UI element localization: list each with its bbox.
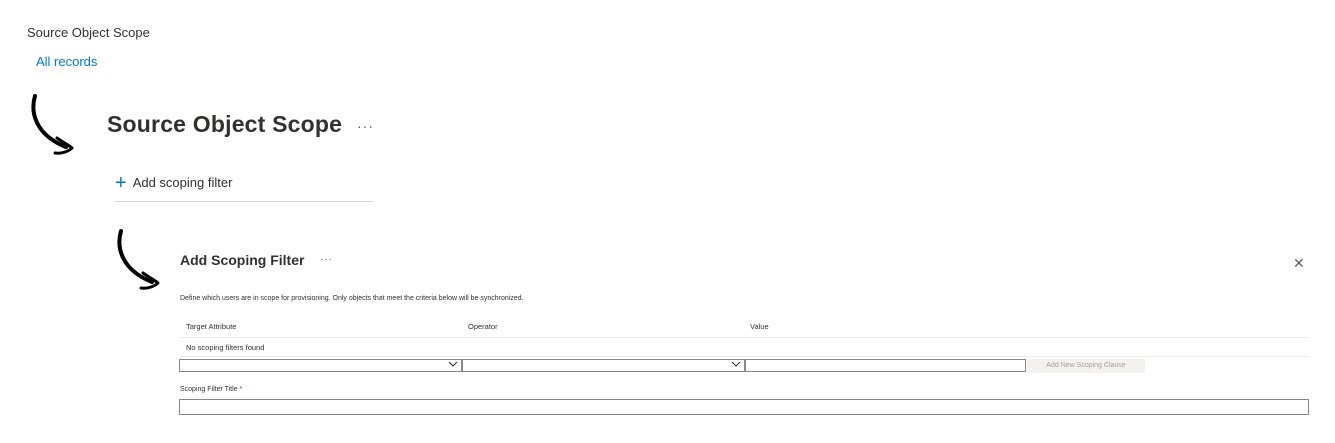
- add-new-scoping-clause-button[interactable]: Add New Scoping Clause: [1027, 359, 1145, 373]
- panel-more-button[interactable]: ···: [320, 254, 333, 265]
- required-mark: *: [239, 386, 243, 393]
- panel-title: Add Scoping Filter: [180, 252, 305, 268]
- column-operator: Operator: [468, 322, 498, 331]
- scoping-filter-title-text: Scoping Filter Title: [180, 386, 238, 393]
- column-value: Value: [750, 322, 769, 331]
- row-divider: [180, 356, 1309, 357]
- header-divider: [180, 337, 1309, 338]
- scoping-filter-title-label: Scoping Filter Title *: [180, 386, 242, 393]
- value-input[interactable]: [745, 359, 1026, 372]
- all-records-link[interactable]: All records: [36, 54, 97, 69]
- panel-description: Define which users are in scope for prov…: [180, 295, 524, 302]
- curved-arrow-icon: [31, 94, 74, 155]
- close-icon[interactable]: ✕: [1293, 255, 1305, 272]
- plus-icon: +: [115, 172, 127, 194]
- scoping-filter-title-input[interactable]: [179, 399, 1309, 415]
- operator-select[interactable]: [462, 359, 745, 372]
- add-scoping-filter-button[interactable]: + Add scoping filter: [115, 173, 373, 202]
- chevron-down-icon: [448, 360, 458, 372]
- page-title: Source Object Scope: [107, 111, 343, 137]
- breadcrumb-title: Source Object Scope: [27, 25, 150, 40]
- page-more-button[interactable]: ···: [357, 118, 374, 134]
- chevron-down-icon: [731, 360, 741, 372]
- add-scoping-filter-label: Add scoping filter: [132, 175, 233, 190]
- curved-arrow-icon: [117, 229, 160, 290]
- column-target-attribute: Target Attribute: [186, 322, 237, 331]
- target-attribute-select[interactable]: [179, 359, 462, 372]
- empty-message: No scoping filters found: [186, 343, 265, 352]
